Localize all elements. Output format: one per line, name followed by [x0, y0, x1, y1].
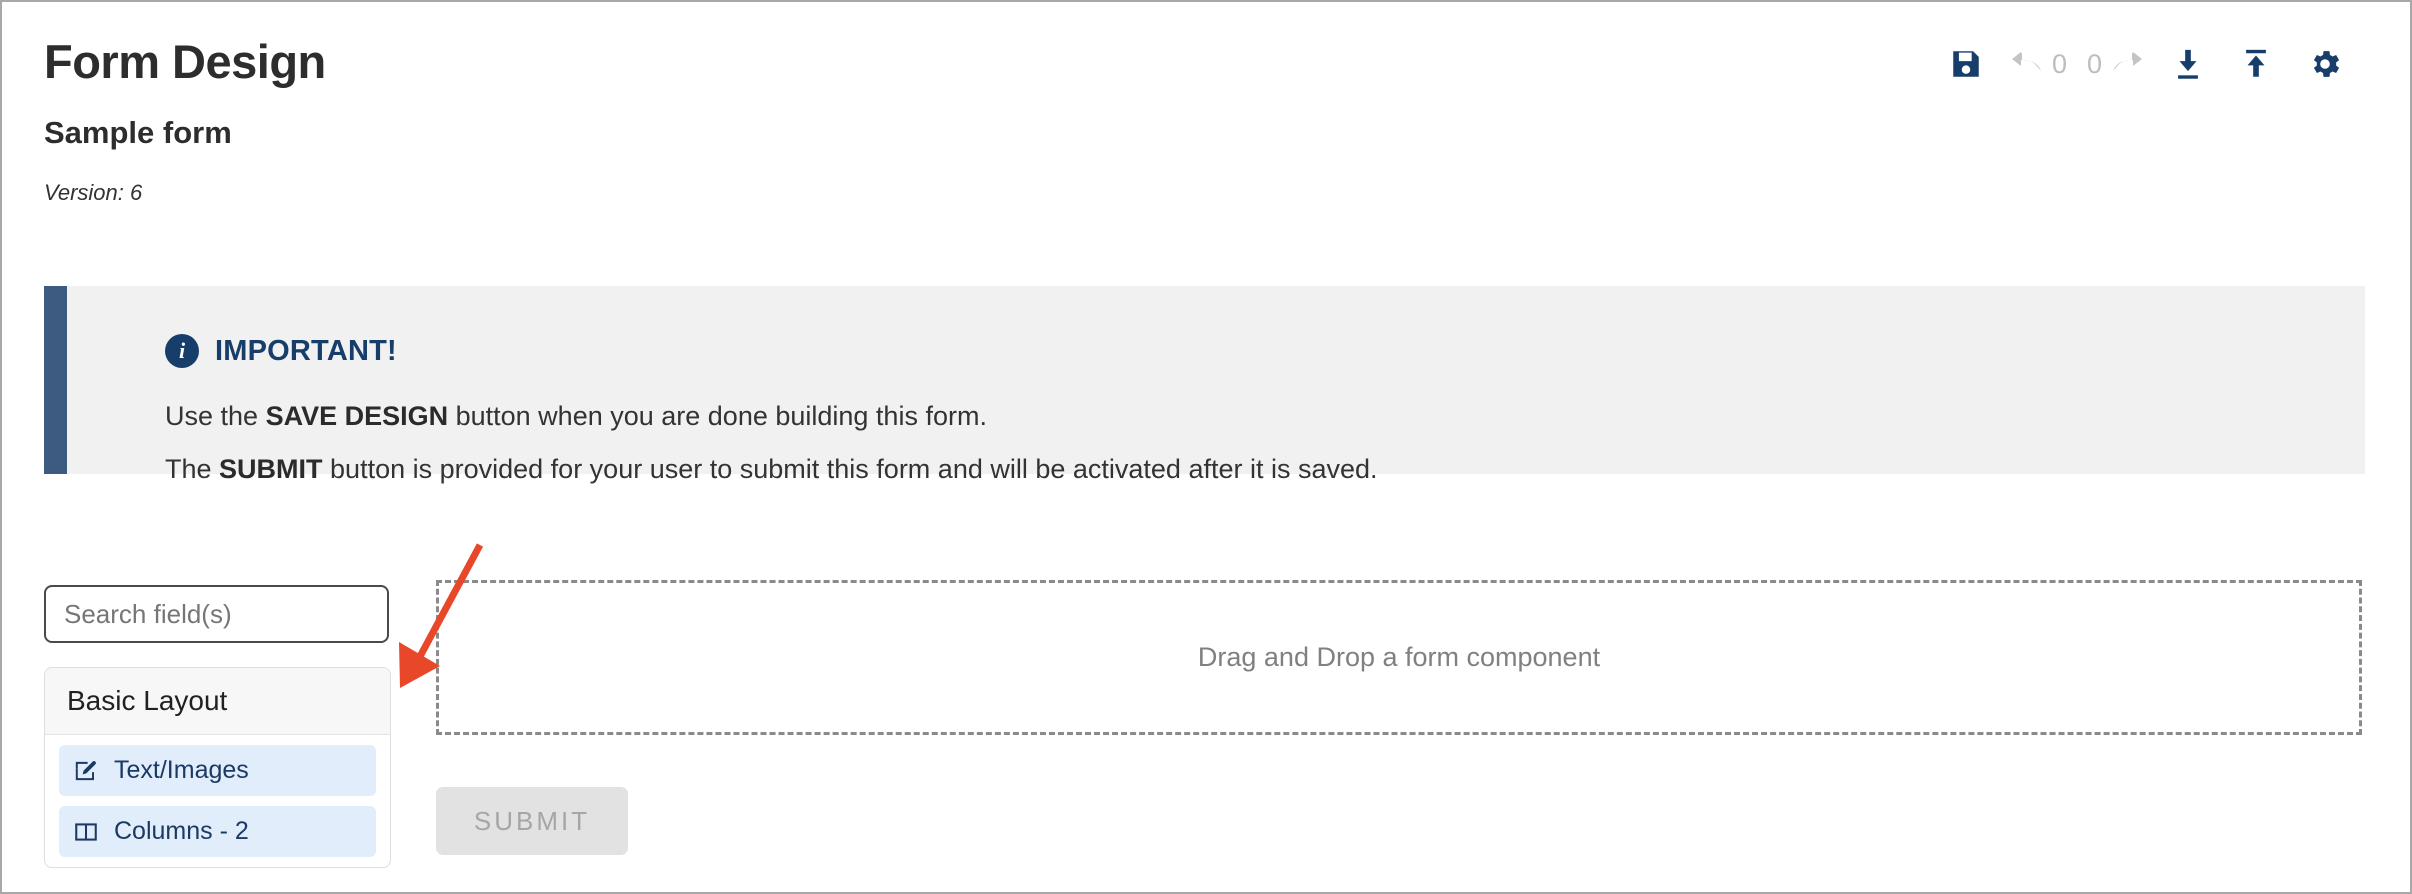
component-sidebar: Basic Layout Text/Images: [44, 585, 391, 868]
alert-title: IMPORTANT!: [215, 334, 397, 367]
alert-line-1-post: button when you are done building this f…: [448, 401, 987, 431]
alert-line-1-pre: Use the: [165, 401, 266, 431]
alert-line-1-strong: SAVE DESIGN: [265, 401, 449, 431]
download-icon: [2171, 47, 2205, 81]
group-item-list: Text/Images Columns - 2: [45, 735, 390, 857]
undo-count: 0: [2051, 48, 2067, 79]
form-name: Sample form: [44, 115, 232, 150]
save-design-button[interactable]: [1932, 40, 2000, 88]
alert-line-2-strong: SUBMIT: [219, 454, 323, 484]
toolbar: 0 0: [1932, 40, 2360, 88]
save-floppy-icon: [1949, 47, 1983, 81]
upload-form-button[interactable]: [2222, 40, 2290, 88]
alert-heading: i IMPORTANT!: [165, 334, 397, 368]
component-group-basic-layout: Basic Layout Text/Images Columns - 2: [44, 667, 391, 868]
search-input[interactable]: [44, 585, 389, 643]
form-dropzone[interactable]: Drag and Drop a form component: [436, 580, 2362, 735]
settings-button[interactable]: [2290, 40, 2360, 88]
undo-button[interactable]: 0: [2000, 48, 2077, 81]
pencil-square-icon: [73, 758, 99, 784]
download-form-button[interactable]: [2154, 40, 2222, 88]
component-item-label: Text/Images: [114, 756, 249, 784]
alert-line-2-post: button is provided for your user to subm…: [322, 454, 1378, 484]
redo-button[interactable]: 0: [2077, 48, 2154, 81]
redo-arrow-icon: [2108, 48, 2144, 81]
dropzone-hint: Drag and Drop a form component: [1197, 642, 1601, 672]
component-item-label: Columns - 2: [114, 817, 249, 845]
gear-icon: [2307, 46, 2343, 82]
page-title: Form Design: [44, 35, 326, 88]
important-alert: i IMPORTANT! Use the SAVE DESIGN button …: [44, 286, 2365, 484]
component-item-text-images[interactable]: Text/Images: [59, 745, 376, 796]
submit-button[interactable]: SUBMIT: [436, 787, 628, 855]
component-item-columns-2[interactable]: Columns - 2: [59, 806, 376, 857]
page-header: Form Design Sample form Version: 6 0 0: [2, 2, 2410, 252]
alert-line-2: The SUBMIT button is provided for your u…: [165, 454, 1378, 485]
alert-line-2-pre: The: [165, 454, 220, 484]
undo-arrow-icon: [2010, 48, 2046, 81]
info-circle-icon: i: [165, 334, 199, 368]
form-version: Version: 6: [44, 180, 143, 205]
alert-line-1: Use the SAVE DESIGN button when you are …: [165, 401, 987, 432]
form-design-page: Form Design Sample form Version: 6 0 0 i…: [0, 0, 2412, 894]
upload-icon: [2239, 47, 2273, 81]
columns-icon: [73, 819, 99, 845]
group-header-basic-layout[interactable]: Basic Layout: [45, 668, 390, 735]
redo-count: 0: [2086, 48, 2102, 79]
